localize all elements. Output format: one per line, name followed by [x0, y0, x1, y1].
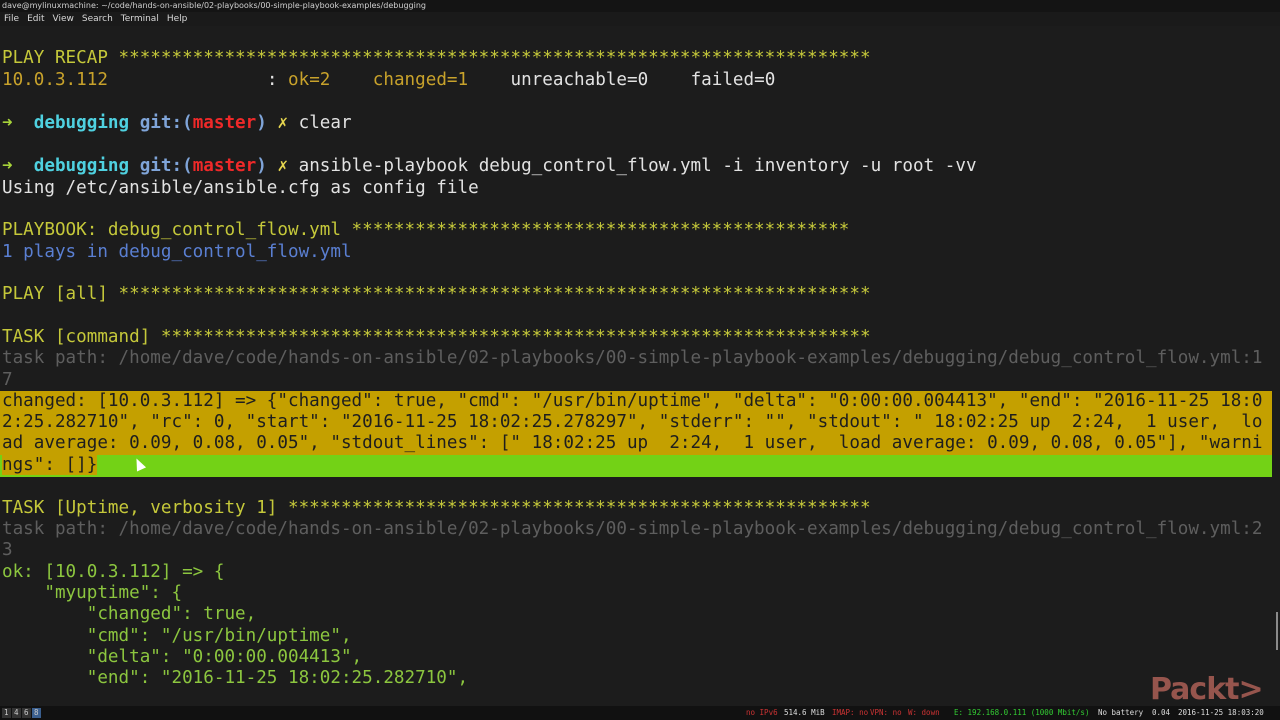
prompt-branch: master	[192, 113, 257, 133]
prompt-dirty-icon: ✗	[277, 113, 289, 133]
status-load: 0.04	[1152, 708, 1171, 717]
task-command-path-wrap: 7	[2, 370, 13, 390]
status-ethernet: E: 192.168.0.111 (1000 Mbit/s)	[954, 708, 1090, 717]
prompt-arrow: ➜	[2, 156, 13, 176]
recap-changed: changed=1	[372, 70, 469, 90]
scrollbar[interactable]	[1276, 612, 1278, 650]
recap-failed: failed=0	[690, 70, 776, 90]
changed-output-1: changed: [10.0.3.112] => {"changed": tru…	[0, 391, 1272, 413]
prompt-dir: debugging	[33, 113, 130, 133]
menu-search[interactable]: Search	[82, 12, 113, 26]
recap-ok: ok=2	[288, 70, 331, 90]
myuptime-line: "myuptime": {	[2, 583, 183, 603]
menu-help[interactable]: Help	[167, 12, 188, 26]
prompt-git: git:(	[139, 156, 193, 176]
changed-output-4-text: ngs": []}	[2, 455, 98, 475]
prompt-branch: master	[192, 156, 257, 176]
playbook-line: PLAYBOOK: debug_control_flow.yml *******…	[2, 220, 850, 240]
status-ipv6: no IPv6	[746, 708, 778, 717]
status-clock: 2016-11-25 18:03:20	[1178, 708, 1264, 717]
recap-unreachable: unreachable=0	[510, 70, 649, 90]
status-battery: No battery	[1098, 708, 1144, 717]
prompt-dirty-icon: ✗	[277, 156, 289, 176]
workspace-6[interactable]: 6	[22, 708, 31, 718]
menu-file[interactable]: File	[4, 12, 19, 26]
command-clear: clear	[298, 113, 352, 133]
prompt-arrow: ➜	[2, 113, 13, 133]
task-uptime-path-wrap: 3	[2, 540, 13, 560]
changed-output-3: ad average: 0.09, 0.08, 0.05", "stdout_l…	[0, 433, 1272, 455]
changed-output-2: 2:25.282710", "rc": 0, "start": "2016-11…	[0, 412, 1272, 434]
field-changed: "changed": true,	[2, 604, 257, 624]
menu-bar: File Edit View Search Terminal Help	[0, 12, 1280, 26]
field-end: "end": "2016-11-25 18:02:25.282710",	[2, 668, 469, 688]
prompt-git: git:(	[139, 113, 193, 133]
recap-host: 10.0.3.112	[2, 70, 108, 90]
status-vpn: VPN: no	[870, 708, 902, 717]
recap-line: 10.0.3.112 : ok=2 changed=1 unreachable=…	[2, 70, 775, 92]
workspace-8[interactable]: 8	[32, 708, 41, 718]
workspace-1[interactable]: 1	[2, 708, 11, 718]
menu-edit[interactable]: Edit	[27, 12, 44, 26]
prompt-dir: debugging	[33, 156, 130, 176]
menu-terminal[interactable]: Terminal	[121, 12, 159, 26]
recap-colon: :	[107, 70, 289, 90]
prompt-line-1: ➜ debugging git:(master) ✗ clear	[2, 113, 352, 135]
prompt-git-close: )	[256, 156, 267, 176]
status-wifi: W: down	[908, 708, 940, 717]
workspace-4[interactable]: 4	[12, 708, 21, 718]
status-memory: 514.6 MiB	[784, 708, 825, 717]
play-line: PLAY [all] *****************************…	[2, 284, 871, 304]
field-delta: "delta": "0:00:00.004413",	[2, 647, 363, 667]
config-line: Using /etc/ansible/ansible.cfg as config…	[2, 178, 479, 198]
changed-output-4: ngs": []}	[0, 455, 1272, 477]
taskbar: 1 4 6 8 no IPv6 514.6 MiB IMAP: no VPN: …	[0, 706, 1280, 720]
task-uptime-path: task path: /home/dave/code/hands-on-ansi…	[2, 519, 1263, 539]
command-ansible: ansible-playbook debug_control_flow.yml …	[298, 156, 977, 176]
status-imap: IMAP: no	[832, 708, 869, 717]
terminal-output[interactable]: PLAY RECAP *****************************…	[0, 26, 1280, 706]
task-uptime-line: TASK [Uptime, verbosity 1] *************…	[2, 498, 871, 518]
menu-view[interactable]: View	[53, 12, 74, 26]
ok-line: ok: [10.0.3.112] => {	[2, 562, 225, 582]
recap-header: PLAY RECAP *****************************…	[2, 48, 871, 68]
prompt-git-close: )	[256, 113, 267, 133]
packt-logo: Packt>	[1150, 672, 1264, 707]
prompt-line-2: ➜ debugging git:(master) ✗ ansible-playb…	[2, 156, 977, 178]
plays-line: 1 plays in debug_control_flow.yml	[2, 242, 352, 262]
field-cmd: "cmd": "/usr/bin/uptime",	[2, 626, 352, 646]
task-command-path: task path: /home/dave/code/hands-on-ansi…	[2, 348, 1263, 368]
task-command-line: TASK [command] *************************…	[2, 327, 871, 347]
window-title: dave@mylinuxmachine: ~/code/hands-on-ans…	[0, 0, 1280, 12]
